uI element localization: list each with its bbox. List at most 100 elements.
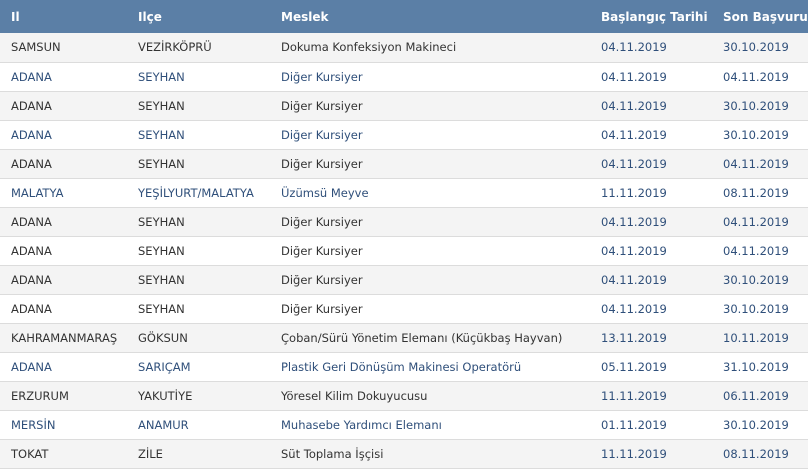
cell-il[interactable]: KAHRAMANMARAŞ (0, 323, 127, 353)
table-row[interactable]: ADANA SEYHAN Diğer Kursiyer 04.11.2019 04.11… (0, 62, 808, 92)
cell-meslek[interactable]: Diğer Kursiyer (270, 236, 590, 266)
cell-baslangic-tarihi[interactable]: 04.11.2019 (590, 236, 712, 266)
column-header-son-basvuru-tarihi[interactable]: Son Başvuru T (712, 0, 808, 33)
cell-il[interactable]: ADANA (0, 120, 127, 150)
cell-baslangic-tarihi[interactable]: 04.11.2019 (590, 207, 712, 237)
cell-ilce[interactable]: SARIÇAM (127, 352, 270, 382)
cell-il[interactable]: TOKAT (0, 439, 127, 469)
cell-baslangic-tarihi[interactable]: 13.11.2019 (590, 323, 712, 353)
cell-meslek[interactable]: Çoban/Sürü Yönetim Elemanı (Küçükbaş Hay… (270, 323, 590, 353)
cell-ilce[interactable]: ANAMUR (127, 410, 270, 440)
cell-il[interactable]: ADANA (0, 149, 127, 179)
cell-meslek[interactable]: Diğer Kursiyer (270, 149, 590, 179)
cell-il[interactable]: ADANA (0, 265, 127, 295)
cell-il[interactable]: ADANA (0, 294, 127, 324)
cell-ilce[interactable]: YAKUTİYE (127, 381, 270, 411)
cell-son-basvuru-tarihi[interactable]: 08.11.2019 (712, 178, 808, 208)
cell-baslangic-tarihi[interactable]: 04.11.2019 (590, 33, 712, 63)
cell-ilce[interactable]: SEYHAN (127, 120, 270, 150)
cell-meslek[interactable]: Diğer Kursiyer (270, 62, 590, 92)
table-row[interactable]: ADANA SARIÇAM Plastik Geri Dönüşüm Makines… (0, 352, 808, 382)
cell-il[interactable]: ADANA (0, 352, 127, 382)
cell-meslek[interactable]: Üzümsü Meyve (270, 178, 590, 208)
column-header-baslangic-tarihi[interactable]: Başlangıç Tarihi (590, 0, 712, 33)
cell-son-basvuru-tarihi[interactable]: 30.10.2019 (712, 294, 808, 324)
cell-meslek[interactable]: Diğer Kursiyer (270, 265, 590, 295)
cell-ilce[interactable]: SEYHAN (127, 207, 270, 237)
cell-meslek[interactable]: Süt Toplama İşçisi (270, 439, 590, 469)
cell-son-basvuru-tarihi[interactable]: 30.10.2019 (712, 120, 808, 150)
table-row[interactable]: SAMSUN VEZİRKÖPRÜ Dokuma Konfeksiyon Makin… (0, 33, 808, 63)
cell-meslek[interactable]: Diğer Kursiyer (270, 207, 590, 237)
cell-il[interactable]: ADANA (0, 236, 127, 266)
cell-baslangic-tarihi[interactable]: 04.11.2019 (590, 120, 712, 150)
table-row[interactable]: ADANA SEYHAN Diğer Kursiyer 04.11.2019 30.10… (0, 91, 808, 121)
table-body: SAMSUN VEZİRKÖPRÜ Dokuma Konfeksiyon Makin… (0, 33, 808, 469)
cell-il[interactable]: ADANA (0, 207, 127, 237)
cell-son-basvuru-tarihi[interactable]: 06.11.2019 (712, 381, 808, 411)
cell-ilce[interactable]: ZİLE (127, 439, 270, 469)
cell-son-basvuru-tarihi[interactable]: 31.10.2019 (712, 352, 808, 382)
cell-ilce[interactable]: GÖKSUN (127, 323, 270, 353)
cell-il[interactable]: MERSİN (0, 410, 127, 440)
cell-son-basvuru-tarihi[interactable]: 08.11.2019 (712, 439, 808, 469)
course-listing-table: Il Ilçe Meslek Başlangıç Tarihi Son Başv… (0, 0, 808, 469)
cell-baslangic-tarihi[interactable]: 11.11.2019 (590, 381, 712, 411)
cell-ilce[interactable]: SEYHAN (127, 294, 270, 324)
cell-il[interactable]: MALATYA (0, 178, 127, 208)
cell-baslangic-tarihi[interactable]: 01.11.2019 (590, 410, 712, 440)
column-header-ilce[interactable]: Ilçe (127, 0, 270, 33)
table-row[interactable]: ERZURUM YAKUTİYE Yöresel Kilim Dokuyucusu 1… (0, 381, 808, 411)
column-header-meslek[interactable]: Meslek (270, 0, 590, 33)
table-row[interactable]: ADANA SEYHAN Diğer Kursiyer 04.11.2019 30.10… (0, 294, 808, 324)
cell-meslek[interactable]: Dokuma Konfeksiyon Makineci (270, 33, 590, 63)
table-row[interactable]: ADANA SEYHAN Diğer Kursiyer 04.11.2019 04.11… (0, 236, 808, 266)
table-row[interactable]: TOKAT ZİLE Süt Toplama İşçisi 11.11.2019 08.… (0, 439, 808, 469)
table-row[interactable]: ADANA SEYHAN Diğer Kursiyer 04.11.2019 30.10… (0, 120, 808, 150)
cell-ilce[interactable]: SEYHAN (127, 91, 270, 121)
cell-son-basvuru-tarihi[interactable]: 30.10.2019 (712, 265, 808, 295)
cell-son-basvuru-tarihi[interactable]: 04.11.2019 (712, 62, 808, 92)
cell-ilce[interactable]: VEZİRKÖPRÜ (127, 33, 270, 63)
course-listing-table-container: Il Ilçe Meslek Başlangıç Tarihi Son Başv… (0, 0, 808, 472)
cell-meslek[interactable]: Diğer Kursiyer (270, 120, 590, 150)
cell-baslangic-tarihi[interactable]: 04.11.2019 (590, 62, 712, 92)
cell-meslek[interactable]: Plastik Geri Dönüşüm Makinesi Operatörü (270, 352, 590, 382)
cell-baslangic-tarihi[interactable]: 05.11.2019 (590, 352, 712, 382)
cell-baslangic-tarihi[interactable]: 04.11.2019 (590, 265, 712, 295)
cell-meslek[interactable]: Yöresel Kilim Dokuyucusu (270, 381, 590, 411)
table-row[interactable]: ADANA SEYHAN Diğer Kursiyer 04.11.2019 30.10… (0, 265, 808, 295)
cell-son-basvuru-tarihi[interactable]: 30.10.2019 (712, 33, 808, 63)
table-row[interactable]: ADANA SEYHAN Diğer Kursiyer 04.11.2019 04.11… (0, 149, 808, 179)
table-row[interactable]: MALATYA YEŞİLYURT/MALATYA Üzümsü Meyve 11.1… (0, 178, 808, 208)
cell-baslangic-tarihi[interactable]: 11.11.2019 (590, 178, 712, 208)
cell-ilce[interactable]: SEYHAN (127, 62, 270, 92)
cell-ilce[interactable]: SEYHAN (127, 236, 270, 266)
cell-meslek[interactable]: Diğer Kursiyer (270, 91, 590, 121)
cell-ilce[interactable]: SEYHAN (127, 265, 270, 295)
cell-meslek[interactable]: Diğer Kursiyer (270, 294, 590, 324)
cell-meslek[interactable]: Muhasebe Yardımcı Elemanı (270, 410, 590, 440)
cell-son-basvuru-tarihi[interactable]: 10.11.2019 (712, 323, 808, 353)
cell-son-basvuru-tarihi[interactable]: 04.11.2019 (712, 149, 808, 179)
cell-il[interactable]: ERZURUM (0, 381, 127, 411)
column-header-il[interactable]: Il (0, 0, 127, 33)
cell-son-basvuru-tarihi[interactable]: 30.10.2019 (712, 91, 808, 121)
cell-il[interactable]: ADANA (0, 91, 127, 121)
cell-baslangic-tarihi[interactable]: 04.11.2019 (590, 149, 712, 179)
cell-son-basvuru-tarihi[interactable]: 30.10.2019 (712, 410, 808, 440)
cell-ilce[interactable]: SEYHAN (127, 149, 270, 179)
cell-son-basvuru-tarihi[interactable]: 04.11.2019 (712, 236, 808, 266)
table-header: Il Ilçe Meslek Başlangıç Tarihi Son Başv… (0, 0, 808, 33)
cell-baslangic-tarihi[interactable]: 11.11.2019 (590, 439, 712, 469)
cell-il[interactable]: ADANA (0, 62, 127, 92)
table-header-row: Il Ilçe Meslek Başlangıç Tarihi Son Başv… (0, 0, 808, 33)
cell-baslangic-tarihi[interactable]: 04.11.2019 (590, 91, 712, 121)
table-row[interactable]: MERSİN ANAMUR Muhasebe Yardımcı Elemanı 01.… (0, 410, 808, 440)
table-row[interactable]: ADANA SEYHAN Diğer Kursiyer 04.11.2019 04.11… (0, 207, 808, 237)
cell-son-basvuru-tarihi[interactable]: 04.11.2019 (712, 207, 808, 237)
cell-il[interactable]: SAMSUN (0, 33, 127, 63)
cell-baslangic-tarihi[interactable]: 04.11.2019 (590, 294, 712, 324)
cell-ilce[interactable]: YEŞİLYURT/MALATYA (127, 178, 270, 208)
table-row[interactable]: KAHRAMANMARAŞ GÖKSUN Çoban/Sürü Yönetim El… (0, 323, 808, 353)
